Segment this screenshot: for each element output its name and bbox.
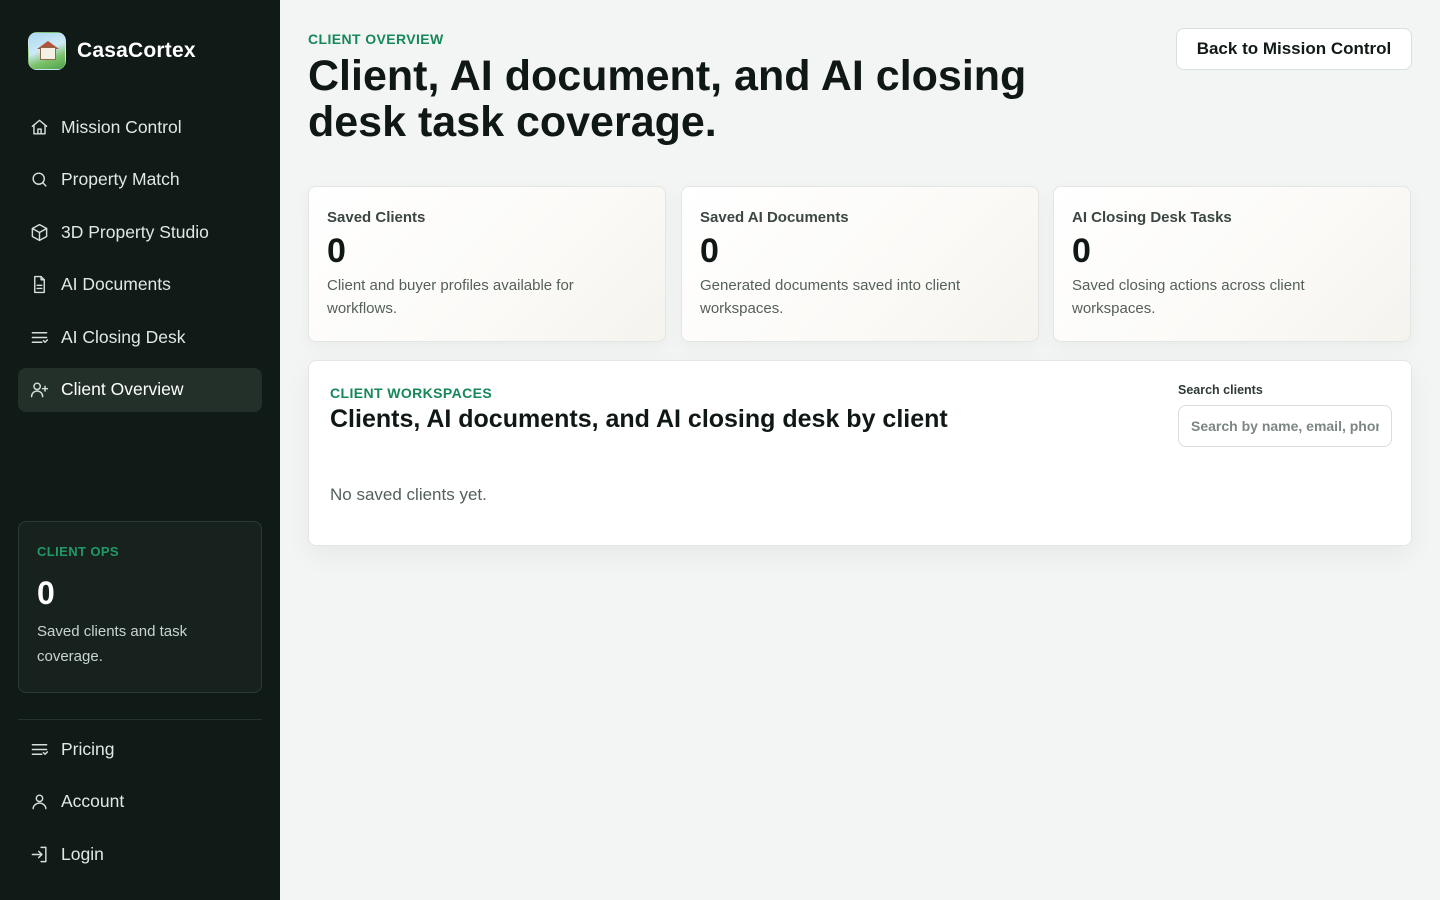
search-clients-label: Search clients	[1178, 383, 1263, 397]
stat-value: 0	[327, 232, 346, 270]
main-nav: Mission Control Property Match 3D Proper…	[18, 105, 262, 421]
sidebar-divider	[18, 719, 262, 720]
nav-item-label: Client Overview	[61, 379, 184, 400]
nav-item-client-overview[interactable]: Client Overview	[18, 367, 262, 412]
nav-item-mission-control[interactable]: Mission Control	[18, 105, 262, 149]
list-icon	[31, 743, 49, 755]
brand[interactable]: CasaCortex	[28, 32, 196, 70]
stat-value: 0	[700, 232, 719, 270]
main-content: CLIENT OVERVIEW Client, AI document, and…	[280, 0, 1440, 900]
cube-icon	[31, 223, 48, 241]
document-icon	[34, 276, 45, 294]
empty-state-text: No saved clients yet.	[330, 485, 487, 504]
stat-card-saved-clients: Saved Clients 0 Client and buyer profile…	[308, 186, 666, 342]
login-icon	[31, 846, 47, 863]
client-ops-card: CLIENT OPS 0 Saved clients and task cove…	[18, 521, 262, 693]
list-icon	[31, 331, 49, 343]
brand-logo-icon	[28, 32, 66, 70]
nav-item-label: Property Match	[61, 169, 180, 190]
back-to-mission-control-button[interactable]: Back to Mission Control	[1176, 28, 1412, 70]
brand-name: CasaCortex	[77, 39, 196, 62]
stat-description: Generated documents saved into client wo…	[700, 276, 961, 317]
nav-item-ai-documents[interactable]: AI Documents	[18, 263, 262, 307]
nav-item-account[interactable]: Account	[18, 780, 262, 824]
search-clients-input[interactable]	[1178, 405, 1392, 447]
nav-item-label: AI Documents	[61, 274, 171, 295]
page-kicker: CLIENT OVERVIEW	[308, 31, 444, 47]
nav-item-label: Mission Control	[61, 116, 182, 137]
home-icon	[31, 119, 48, 135]
stat-label: Saved Clients	[327, 209, 426, 226]
user-plus-icon	[30, 382, 49, 398]
nav-item-login[interactable]: Login	[18, 832, 262, 876]
user-icon	[32, 794, 47, 810]
nav-item-label: AI Closing Desk	[61, 326, 186, 347]
nav-item-pricing[interactable]: Pricing	[18, 727, 262, 771]
stat-label: AI Closing Desk Tasks	[1072, 209, 1232, 226]
page-title: Client, AI document, and AI closing desk…	[308, 52, 1027, 146]
stat-description: Client and buyer profiles available for …	[327, 276, 574, 317]
nav-item-ai-closing-desk[interactable]: AI Closing Desk	[18, 315, 262, 359]
stat-card-ai-closing-desk-tasks: AI Closing Desk Tasks 0 Saved closing ac…	[1053, 186, 1411, 342]
ops-value: 0	[37, 575, 55, 611]
workspace-title: Clients, AI documents, and AI closing de…	[330, 405, 948, 433]
ops-description: Saved clients and task coverage.	[37, 623, 188, 665]
bottom-nav: Pricing Account Login	[18, 727, 262, 885]
nav-item-label: Account	[61, 791, 125, 812]
nav-item-label: 3D Property Studio	[61, 221, 209, 242]
stat-card-saved-ai-documents: Saved AI Documents 0 Generated documents…	[681, 186, 1039, 342]
nav-item-label: Login	[61, 843, 104, 864]
search-icon	[32, 172, 47, 187]
workspace-kicker: CLIENT WORKSPACES	[330, 385, 493, 401]
nav-item-3d-property-studio[interactable]: 3D Property Studio	[18, 210, 262, 254]
ops-label: CLIENT OPS	[37, 544, 120, 559]
stat-description: Saved closing actions across client work…	[1072, 276, 1305, 317]
stat-label: Saved AI Documents	[700, 209, 849, 226]
nav-item-property-match[interactable]: Property Match	[18, 158, 262, 202]
sidebar: CasaCortex Mission Control Property Matc…	[0, 0, 280, 900]
nav-item-label: Pricing	[61, 738, 115, 759]
stat-value: 0	[1072, 232, 1091, 270]
client-workspaces-panel: CLIENT WORKSPACES Clients, AI documents,…	[308, 360, 1412, 546]
